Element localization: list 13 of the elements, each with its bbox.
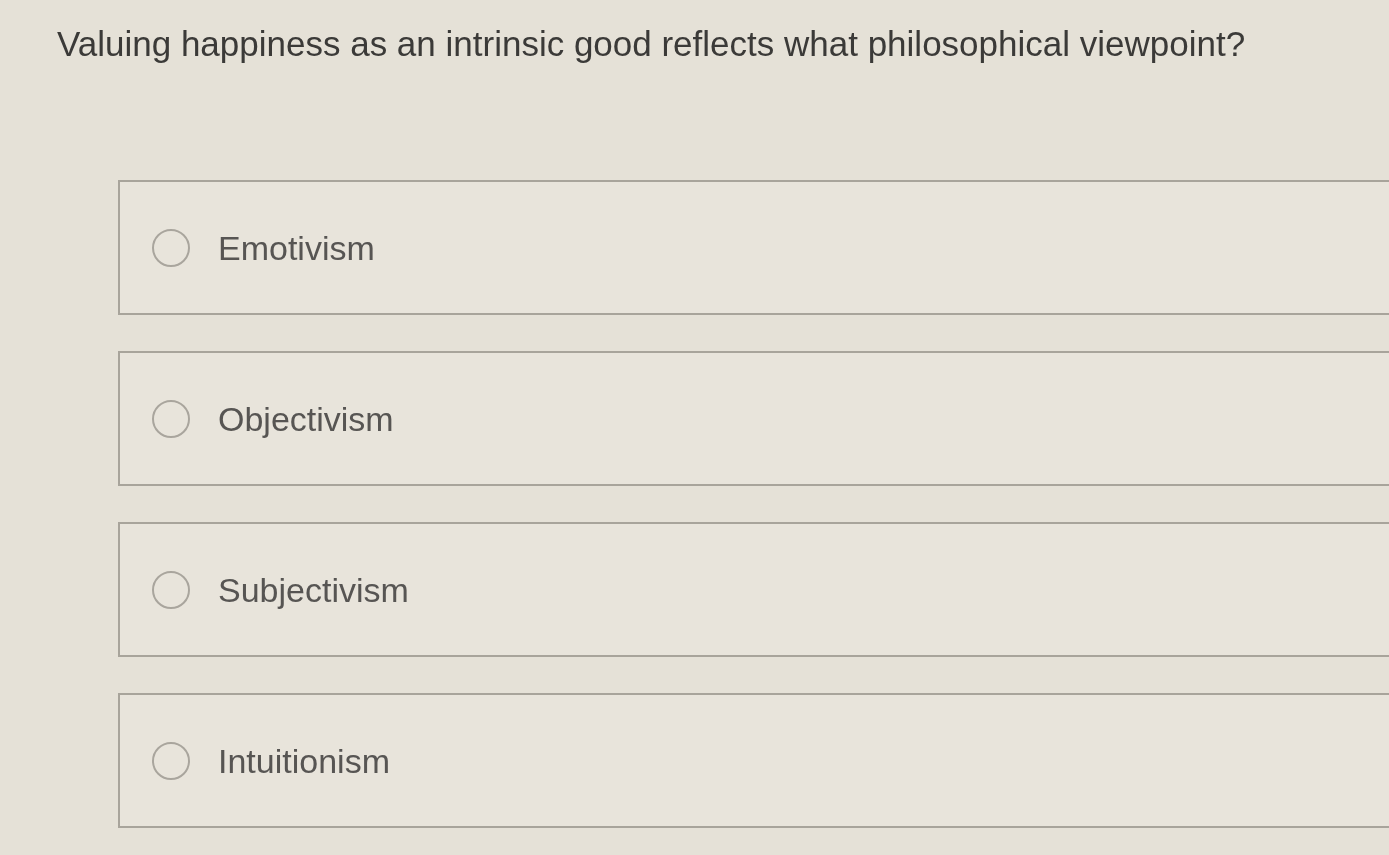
answer-option[interactable]: Intuitionism xyxy=(118,693,1389,828)
radio-button[interactable] xyxy=(152,570,190,609)
option-label: Intuitionism xyxy=(218,740,390,781)
option-label: Subjectivism xyxy=(218,569,409,610)
option-label: Emotivism xyxy=(218,227,375,268)
question-text: Valuing happiness as an intrinsic good reflects what philosophical viewpoint? xyxy=(57,23,1246,65)
radio-button[interactable] xyxy=(152,228,190,267)
radio-button[interactable] xyxy=(152,399,190,438)
answer-option[interactable]: Objectivism xyxy=(118,351,1389,486)
answer-option[interactable]: Emotivism xyxy=(118,180,1389,315)
radio-button[interactable] xyxy=(152,741,190,780)
option-label: Objectivism xyxy=(218,398,394,439)
answer-option[interactable]: Subjectivism xyxy=(118,522,1389,657)
